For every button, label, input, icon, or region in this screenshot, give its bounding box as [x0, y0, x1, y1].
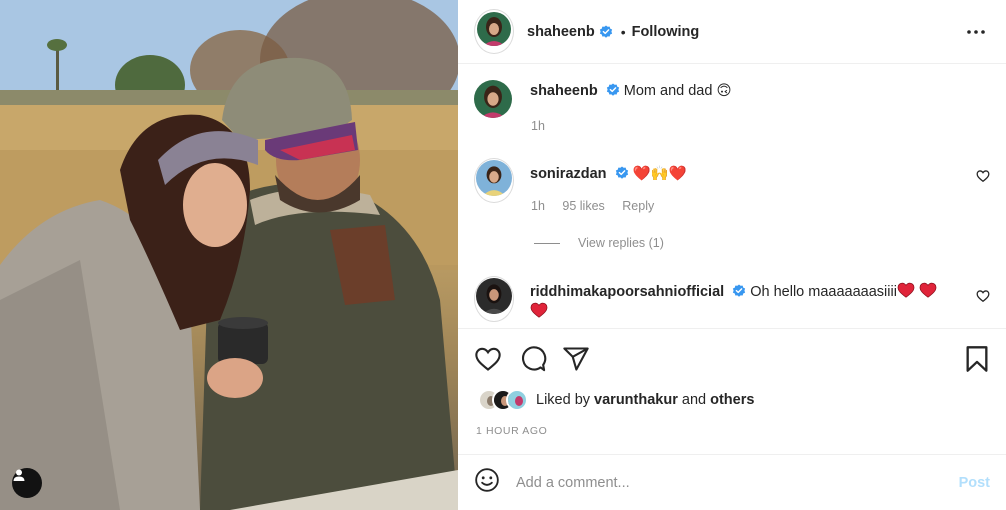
post-timestamp[interactable]: 1 HOUR AGO — [476, 425, 547, 437]
view-replies-label: View replies (1) — [578, 236, 664, 250]
liked-by-text: Liked by varunthakur and others — [536, 392, 754, 408]
comment-text: sonirazdan ❤️🙌❤️ — [530, 164, 687, 203]
comment-row: sonirazdan ❤️🙌❤️ — [474, 158, 687, 203]
comment-body: Oh hello maaaaaaasiiii — [750, 284, 897, 300]
liked-by-row: Liked by varunthakur and others — [478, 389, 754, 411]
like-button[interactable] — [474, 345, 502, 378]
header-separator: • — [620, 23, 626, 40]
post-photo[interactable] — [0, 0, 458, 510]
author-avatar[interactable] — [477, 12, 511, 46]
comment-row: riddhimakapoorsahniofficial Oh hello maa… — [474, 276, 970, 322]
save-button[interactable] — [964, 345, 990, 378]
comment-button[interactable] — [519, 345, 547, 378]
caption-avatar[interactable] — [474, 80, 512, 118]
caption-time[interactable]: 1h — [531, 119, 545, 133]
verified-badge-icon — [606, 83, 619, 96]
post-header: shaheenb • Following — [458, 0, 1006, 64]
heart-outline-icon — [976, 290, 990, 303]
emoji-icon — [475, 468, 499, 492]
post-details-panel: shaheenb • Following shaheenb Mom and da… — [458, 0, 1006, 510]
commenter-avatar[interactable] — [476, 160, 512, 196]
comment-likes[interactable]: 95 likes — [562, 199, 604, 213]
like-comment-button[interactable] — [976, 169, 990, 188]
liked-by-prefix: Liked by — [536, 392, 591, 408]
avatar-image — [508, 391, 526, 409]
comment-input[interactable] — [516, 474, 936, 491]
avatar-image — [476, 278, 512, 314]
view-replies-button[interactable]: View replies (1) — [534, 236, 664, 250]
share-button[interactable] — [562, 345, 590, 378]
replies-divider — [534, 242, 560, 244]
heart-icon — [475, 347, 501, 371]
photo-illustration — [0, 0, 458, 510]
post-actions: Liked by varunthakur and others 1 HOUR A… — [458, 328, 1006, 454]
user-tag-icon — [13, 469, 25, 481]
comment-username[interactable]: riddhimakapoorsahniofficial — [530, 284, 724, 300]
more-options-icon — [967, 30, 985, 34]
liked-by-others[interactable]: others — [710, 392, 754, 408]
commenter-avatar-ring[interactable] — [474, 158, 514, 203]
comments-section: shaheenb Mom and dad 🙃 1h sonirazdan ❤️🙌… — [458, 64, 1006, 328]
tagged-users-button[interactable] — [12, 468, 42, 498]
red-heart-icon — [530, 302, 548, 318]
verified-badge-icon — [615, 166, 628, 179]
send-icon — [563, 347, 589, 371]
following-button[interactable]: Following — [632, 24, 700, 40]
comment-icon — [522, 346, 547, 372]
avatar-image — [474, 80, 512, 118]
like-comment-button[interactable] — [976, 289, 990, 308]
avatar-image — [477, 12, 511, 46]
caption-row: shaheenb Mom and dad 🙃 — [474, 80, 732, 118]
red-heart-icon — [897, 282, 915, 298]
reply-button[interactable]: Reply — [622, 199, 654, 213]
author-username[interactable]: shaheenb — [527, 24, 595, 40]
bookmark-icon — [966, 346, 988, 372]
more-options-button[interactable] — [966, 22, 986, 47]
post-comment-button[interactable]: Post — [959, 475, 990, 491]
red-heart-icon — [919, 282, 937, 298]
liker-avatars[interactable] — [478, 389, 528, 411]
emoji-button[interactable] — [474, 467, 500, 498]
caption-body: Mom and dad 🙃 — [623, 83, 732, 99]
caption-meta: 1h — [531, 119, 559, 133]
comment-body: ❤️🙌❤️ — [632, 166, 687, 182]
comment-meta: 1h 95 likes Reply — [531, 199, 668, 213]
verified-badge-icon — [733, 284, 746, 297]
commenter-avatar-ring[interactable] — [474, 276, 514, 322]
author-avatar-ring[interactable] — [474, 9, 514, 54]
caption-username[interactable]: shaheenb — [530, 83, 598, 99]
heart-outline-icon — [976, 170, 990, 183]
add-comment-bar: Post — [458, 454, 1006, 510]
liked-by-middle: and — [681, 392, 707, 408]
avatar-image — [476, 160, 512, 196]
caption-text: shaheenb Mom and dad 🙃 — [530, 81, 732, 118]
liked-by-user[interactable]: varunthakur — [594, 392, 678, 408]
comment-time[interactable]: 1h — [531, 199, 545, 213]
comment-text: riddhimakapoorsahniofficial Oh hello maa… — [530, 282, 970, 322]
liker-avatar — [506, 389, 528, 411]
commenter-avatar[interactable] — [476, 278, 512, 314]
verified-badge-icon — [599, 24, 612, 38]
comment-username[interactable]: sonirazdan — [530, 166, 607, 182]
